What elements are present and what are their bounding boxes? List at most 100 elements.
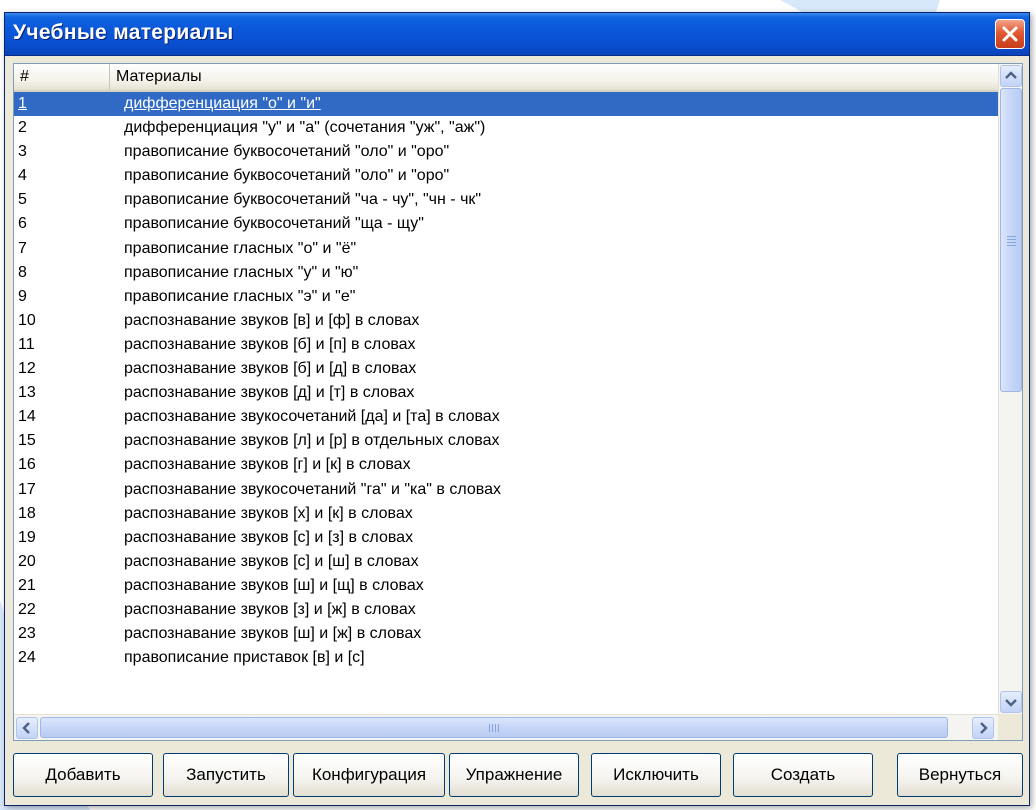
scroll-left-button[interactable] (16, 717, 38, 739)
horizontal-scroll-thumb[interactable] (40, 717, 948, 738)
list-item-title: распознавание звуков [в] и [ф] в словах (124, 311, 420, 329)
list-item-title: распознавание звуков [с] и [ш] в словах (124, 552, 419, 570)
create-button[interactable]: Создать (733, 753, 873, 797)
list-item-number: 1 (18, 95, 27, 112)
list-item-number: 5 (18, 191, 27, 209)
list-item[interactable]: 23 распознавание звуков [ш] и [ж] в слова… (14, 622, 998, 646)
list-item-number: 9 (18, 287, 27, 305)
arrow-down-icon (1005, 699, 1017, 707)
arrow-up-icon (1005, 71, 1017, 79)
list-item-number: 23 (18, 625, 36, 643)
list-item-number: 15 (18, 432, 36, 450)
list-item-number: 3 (18, 143, 27, 161)
arrow-right-icon (980, 722, 988, 734)
button-bar: Добавить Запустить Конфигурация Упражнен… (13, 753, 1023, 799)
list-item-number: 24 (18, 649, 36, 667)
list-item-title: распознавание звуков [х] и [к] в словах (124, 504, 413, 522)
scrollbar-corner (998, 714, 1022, 740)
scroll-right-button[interactable] (972, 717, 994, 739)
list-item-title: распознавание звуков [д] и [т] в словах (124, 384, 415, 402)
list-item-number: 11 (18, 335, 35, 353)
list-item[interactable]: 13 распознавание звуков [д] и [т] в слова… (14, 381, 998, 405)
list-item-number: 18 (18, 504, 36, 522)
arrow-left-icon (22, 722, 30, 734)
list-item[interactable]: 3 правописание буквосочетаний "оло" и "ор… (14, 140, 998, 164)
list-item-number: 19 (18, 528, 36, 546)
vertical-scrollbar[interactable] (998, 64, 1022, 714)
list-item[interactable]: 4 правописание буквосочетаний "оло" и "ор… (14, 164, 998, 188)
list-item-number: 21 (18, 576, 36, 594)
list-item[interactable]: 10 распознавание звуков [в] и [ф] в слова… (14, 309, 998, 333)
list-header: # Материалы (14, 64, 998, 92)
column-header-number[interactable]: # (14, 64, 110, 90)
run-button[interactable]: Запустить (163, 753, 289, 797)
list-item[interactable]: 1 дифференциация "о" и "и" (14, 92, 998, 117)
exclude-button[interactable]: Исключить (591, 753, 721, 797)
list-item-title: распознавание звуков [ш] и [щ] в словах (124, 576, 424, 594)
list-item-title: правописание гласных "у" и "ю" (124, 263, 359, 281)
list-item-number: 12 (18, 360, 36, 378)
close-icon (1002, 26, 1018, 42)
add-button[interactable]: Добавить (13, 753, 153, 797)
list-item[interactable]: 19 распознавание звуков [с] и [з] в слова… (14, 526, 998, 550)
list-item-title: распознавание звуков [ш] и [ж] в словах (124, 625, 422, 643)
horizontal-scrollbar[interactable] (14, 714, 998, 740)
list-item[interactable]: 20 распознавание звуков [с] и [ш] в слова… (14, 550, 998, 574)
list-item-number: 13 (18, 384, 36, 402)
materials-window: Учебные материалы # Материалы 1 дифференц… (4, 12, 1030, 806)
list-item-title: распознавание звуков [б] и [п] в словах (124, 335, 416, 353)
list-item-title: распознавание звукосочетаний "га" и "ка"… (124, 480, 501, 498)
list-item-number: 16 (18, 456, 36, 474)
title-bar[interactable]: Учебные материалы (5, 13, 1029, 56)
list-item-number: 6 (18, 215, 27, 233)
list-item[interactable]: 22 распознавание звуков [з] и [ж] в слова… (14, 598, 998, 622)
list-item-title: распознавание звукосочетаний [да] и [та]… (124, 408, 500, 426)
list-item[interactable]: 17 распознавание звукосочетаний "га" и "к… (14, 478, 998, 502)
window-title: Учебные материалы (13, 21, 234, 44)
list-item[interactable]: 21 распознавание звуков [ш] и [щ] в слова… (14, 574, 998, 598)
list-item[interactable]: 18 распознавание звуков [х] и [к] в слова… (14, 502, 998, 526)
list-item[interactable]: 8 правописание гласных "у" и "ю" (14, 261, 998, 285)
vertical-scroll-thumb[interactable] (1000, 88, 1022, 392)
list-item-title: распознавание звуков [л] и [р] в отдельн… (124, 432, 500, 450)
list-item-number: 22 (18, 600, 36, 618)
list-item-title: правописание буквосочетаний "ща - щу" (124, 215, 424, 233)
list-item-number: 10 (18, 311, 36, 329)
list-item[interactable]: 6 правописание буквосочетаний "ща - щу" (14, 212, 998, 236)
back-button[interactable]: Вернуться (897, 753, 1023, 797)
list-item-title: распознавание звуков [б] и [д] в словах (124, 360, 417, 378)
materials-list[interactable]: # Материалы 1 дифференциация "о" и "и" 2 ди… (13, 63, 1023, 741)
list-item-number: 14 (18, 408, 36, 426)
close-button[interactable] (995, 19, 1025, 49)
list-item-title: распознавание звуков [з] и [ж] в словах (124, 600, 416, 618)
list-item-number: 2 (18, 119, 27, 137)
list-item[interactable]: 15 распознавание звуков [л] и [р] в отдел… (14, 429, 998, 453)
list-item[interactable]: 5 правописание буквосочетаний "ча - чу", … (14, 188, 998, 212)
list-rows: 1 дифференциация "о" и "и" 2 дифференциация… (14, 92, 998, 706)
list-item[interactable]: 16 распознавание звуков [г] и [к] в слова… (14, 453, 998, 477)
list-item-number: 20 (18, 552, 36, 570)
list-item-title: правописание буквосочетаний "ча - чу", "… (124, 191, 482, 209)
list-item[interactable]: 24 правописание приставок [в] и [с] (14, 646, 998, 670)
scroll-down-button[interactable] (1000, 691, 1022, 713)
list-item-number: 8 (18, 263, 27, 281)
list-item[interactable]: 2 дифференциация "у" и "а" (сочетания "уж… (14, 116, 998, 140)
list-item-title: правописание гласных "э" и "е" (124, 287, 356, 305)
list-item-title: распознавание звуков [г] и [к] в словах (124, 456, 411, 474)
list-item[interactable]: 14 распознавание звукосочетаний [да] и [т… (14, 405, 998, 429)
list-item-number: 17 (18, 480, 36, 498)
list-item[interactable]: 11 распознавание звуков [б] и [п] в слова… (14, 333, 998, 357)
exercise-button[interactable]: Упражнение (449, 753, 579, 797)
list-item[interactable]: 12 распознавание звуков [б] и [д] в слова… (14, 357, 998, 381)
list-item-title: дифференциация "о" и "и" (124, 95, 321, 112)
scroll-up-button[interactable] (1000, 65, 1022, 87)
list-item-title: правописание приставок [в] и [с] (124, 649, 365, 667)
list-item[interactable]: 7 правописание гласных "о" и "ё" (14, 237, 998, 261)
list-item[interactable]: 9 правописание гласных "э" и "е" (14, 285, 998, 309)
list-item-title: правописание гласных "о" и "ё" (124, 239, 357, 257)
configuration-button[interactable]: Конфигурация (293, 753, 445, 797)
list-item-title: правописание буквосочетаний "оло" и "оро… (124, 143, 450, 161)
list-item-number: 7 (18, 239, 27, 257)
list-item-number: 4 (18, 167, 27, 185)
column-header-materials[interactable]: Материалы (110, 64, 998, 90)
